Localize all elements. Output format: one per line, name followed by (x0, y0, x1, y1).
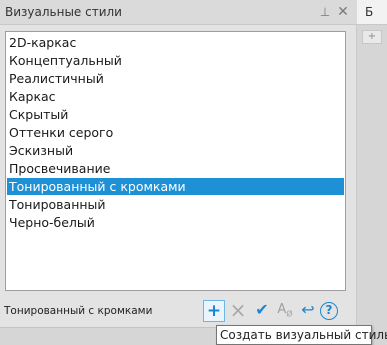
pin-icon[interactable]: ⊥ (318, 4, 332, 20)
list-item[interactable]: Черно-белый (7, 214, 344, 231)
plus-icon: + (206, 301, 222, 321)
delete-style-button[interactable]: × (227, 300, 249, 322)
visual-styles-list[interactable]: 2D-каркас Концептуальный Реалистичный Ка… (5, 31, 346, 291)
help-button[interactable]: ? (320, 302, 338, 320)
visual-styles-panel: Визуальные стили ⊥ ✕ 2D-каркас Концептуа… (0, 0, 357, 345)
right-tab[interactable]: Б (357, 0, 387, 25)
right-add-button[interactable]: + (362, 30, 382, 44)
text-style-button[interactable]: AØ (274, 300, 296, 322)
check-icon: ✔ (255, 300, 269, 319)
list-item[interactable]: Реалистичный (7, 70, 344, 87)
close-icon[interactable]: ✕ (336, 4, 350, 20)
list-item[interactable]: Эскизный (7, 142, 344, 159)
text-style-icon: AØ (277, 302, 293, 319)
undo-arrow-icon: ↩ (301, 300, 315, 319)
panel-header: Визуальные стили ⊥ ✕ (0, 0, 357, 25)
list-item-selected[interactable]: Тонированный с кромками (7, 178, 344, 195)
list-item[interactable]: Тонированный (7, 196, 344, 213)
x-icon: × (229, 298, 247, 322)
apply-style-button[interactable]: ✔ (251, 300, 273, 322)
list-item[interactable]: Концептуальный (7, 52, 344, 69)
list-item[interactable]: Просвечивание (7, 160, 344, 177)
create-style-button[interactable]: + (203, 300, 225, 322)
list-item[interactable]: 2D-каркас (7, 34, 344, 51)
panel-title: Визуальные стили (5, 5, 122, 19)
right-pane: Б + (357, 0, 387, 345)
undo-button[interactable]: ↩ (297, 300, 319, 322)
list-item[interactable]: Каркас (7, 88, 344, 105)
tooltip: Создать визуальный стиль (216, 325, 387, 345)
current-style-label: Тонированный с кромками (4, 305, 153, 317)
list-item[interactable]: Оттенки серого (7, 124, 344, 141)
list-item[interactable]: Скрытый (7, 106, 344, 123)
help-icon: ? (325, 303, 333, 317)
